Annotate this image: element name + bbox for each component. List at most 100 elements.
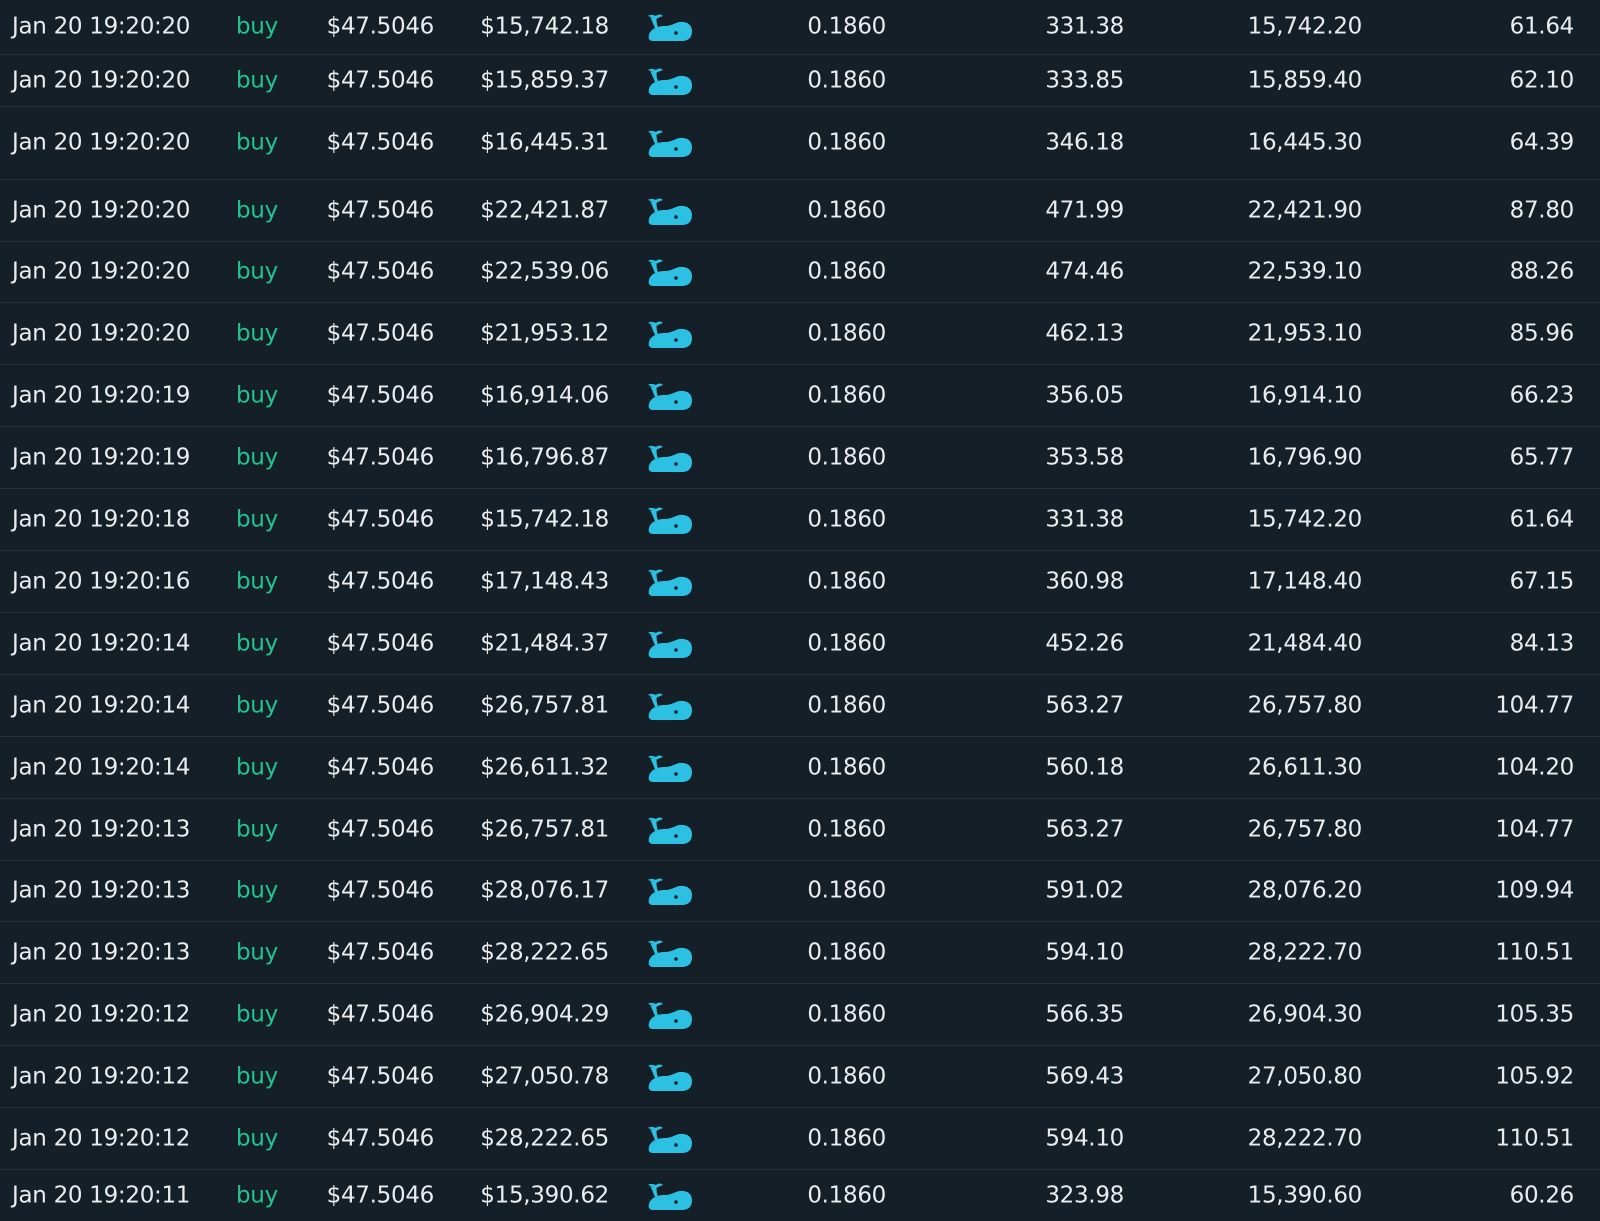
trade-volume: 26,757.80 — [1247, 692, 1363, 718]
trade-row[interactable]: Jan 20 19:20:14 buy $47.5046 $26,611.32 … — [0, 737, 1600, 799]
trade-fee: 0.1860 — [807, 568, 886, 594]
trade-fee: 0.1860 — [807, 754, 886, 780]
trade-last-value: 110.51 — [1495, 1125, 1574, 1151]
trade-row[interactable]: Jan 20 19:20:20 buy $47.5046 $21,953.12 … — [0, 303, 1600, 365]
trade-last-value: 105.92 — [1495, 1063, 1574, 1089]
trade-amount: 563.27 — [1045, 692, 1124, 718]
trade-price: $47.5046 — [326, 939, 435, 965]
trade-volume: 26,611.30 — [1247, 754, 1363, 780]
trade-price: $47.5046 — [326, 197, 435, 223]
trade-fee: 0.1860 — [807, 939, 886, 965]
trade-row[interactable]: Jan 20 19:20:16 buy $47.5046 $17,148.43 … — [0, 551, 1600, 613]
whale-icon — [646, 65, 694, 97]
trade-time: Jan 20 19:20:20 — [12, 13, 191, 40]
trade-row[interactable]: Jan 20 19:20:20 buy $47.5046 $15,859.37 … — [0, 55, 1600, 107]
trade-total-usd: $17,148.43 — [480, 568, 609, 594]
trade-price: $47.5046 — [326, 444, 435, 470]
trade-price: $47.5046 — [326, 692, 435, 718]
trade-row[interactable]: Jan 20 19:20:20 buy $47.5046 $22,539.06 … — [0, 242, 1600, 303]
trade-volume: 15,742.20 — [1247, 13, 1363, 40]
trade-total-usd: $27,050.78 — [480, 1063, 609, 1089]
trade-side: buy — [236, 258, 278, 285]
trade-row[interactable]: Jan 20 19:20:19 buy $47.5046 $16,914.06 … — [0, 365, 1600, 427]
trade-amount: 560.18 — [1045, 754, 1124, 780]
trade-row[interactable]: Jan 20 19:20:14 buy $47.5046 $21,484.37 … — [0, 613, 1600, 675]
trade-amount: 569.43 — [1045, 1063, 1124, 1089]
trade-fee: 0.1860 — [807, 692, 886, 718]
trade-price: $47.5046 — [326, 754, 435, 780]
trade-time: Jan 20 19:20:20 — [12, 320, 191, 346]
trade-row[interactable]: Jan 20 19:20:19 buy $47.5046 $16,796.87 … — [0, 427, 1600, 489]
trade-last-value: 104.77 — [1495, 692, 1574, 718]
trade-time: Jan 20 19:20:19 — [12, 382, 191, 408]
trade-price: $47.5046 — [326, 1001, 435, 1027]
whale-icon — [646, 1061, 694, 1093]
trade-row[interactable]: Jan 20 19:20:11 buy $47.5046 $15,390.62 … — [0, 1170, 1600, 1221]
trade-side: buy — [236, 197, 278, 223]
trade-volume: 28,222.70 — [1247, 939, 1363, 965]
whale-icon — [646, 937, 694, 969]
trade-row[interactable]: Jan 20 19:20:20 buy $47.5046 $22,421.87 … — [0, 180, 1600, 242]
trade-volume: 15,742.20 — [1247, 506, 1363, 532]
trade-last-value: 64.39 — [1509, 129, 1575, 156]
trade-total-usd: $28,222.65 — [480, 1125, 609, 1151]
trade-side: buy — [236, 1001, 278, 1027]
trade-side: buy — [236, 320, 278, 346]
trade-row[interactable]: Jan 20 19:20:12 buy $47.5046 $26,904.29 … — [0, 984, 1600, 1046]
trade-last-value: 66.23 — [1509, 382, 1575, 408]
trade-amount: 356.05 — [1045, 382, 1124, 408]
trade-row[interactable]: Jan 20 19:20:14 buy $47.5046 $26,757.81 … — [0, 675, 1600, 737]
trade-last-value: 62.10 — [1509, 67, 1575, 93]
trade-amount: 353.58 — [1045, 444, 1124, 470]
trade-row[interactable]: Jan 20 19:20:13 buy $47.5046 $28,076.17 … — [0, 861, 1600, 922]
trade-last-value: 104.20 — [1495, 754, 1574, 780]
trade-row[interactable]: Jan 20 19:20:18 buy $47.5046 $15,742.18 … — [0, 489, 1600, 551]
trade-amount: 471.99 — [1045, 197, 1124, 223]
trade-total-usd: $22,539.06 — [480, 258, 609, 285]
trade-row[interactable]: Jan 20 19:20:20 buy $47.5046 $15,742.18 … — [0, 0, 1600, 55]
trade-side: buy — [236, 877, 278, 904]
trade-amount: 591.02 — [1045, 877, 1124, 904]
trade-row[interactable]: Jan 20 19:20:12 buy $47.5046 $28,222.65 … — [0, 1108, 1600, 1170]
trade-row[interactable]: Jan 20 19:20:12 buy $47.5046 $27,050.78 … — [0, 1046, 1600, 1108]
trade-total-usd: $26,904.29 — [480, 1001, 609, 1027]
trade-fee: 0.1860 — [807, 320, 886, 346]
trade-last-value: 85.96 — [1509, 320, 1575, 346]
trade-fee: 0.1860 — [807, 630, 886, 656]
trade-last-value: 104.77 — [1495, 816, 1574, 842]
trade-time: Jan 20 19:20:20 — [12, 197, 191, 223]
trade-side: buy — [236, 129, 278, 156]
trade-side: buy — [236, 568, 278, 594]
trade-last-value: 109.94 — [1495, 877, 1574, 904]
trade-row[interactable]: Jan 20 19:20:20 buy $47.5046 $16,445.31 … — [0, 107, 1600, 180]
trade-side: buy — [236, 13, 278, 40]
trade-volume: 16,914.10 — [1247, 382, 1363, 408]
whale-icon — [646, 380, 694, 412]
trade-last-value: 84.13 — [1509, 630, 1575, 656]
trade-last-value: 110.51 — [1495, 939, 1574, 965]
trade-row[interactable]: Jan 20 19:20:13 buy $47.5046 $28,222.65 … — [0, 922, 1600, 984]
whale-icon — [646, 504, 694, 536]
trade-total-usd: $26,611.32 — [480, 754, 609, 780]
whale-icon — [646, 195, 694, 227]
trade-price: $47.5046 — [326, 506, 435, 532]
trade-price: $47.5046 — [326, 630, 435, 656]
trade-side: buy — [236, 1125, 278, 1151]
trade-side: buy — [236, 816, 278, 842]
trade-row[interactable]: Jan 20 19:20:13 buy $47.5046 $26,757.81 … — [0, 799, 1600, 861]
trade-fee: 0.1860 — [807, 67, 886, 93]
trade-price: $47.5046 — [326, 1125, 435, 1151]
trade-total-usd: $15,742.18 — [480, 506, 609, 532]
whale-icon — [646, 1180, 694, 1212]
trade-side: buy — [236, 444, 278, 470]
trade-price: $47.5046 — [326, 1063, 435, 1089]
trade-volume: 28,076.20 — [1247, 877, 1363, 904]
trade-amount: 331.38 — [1045, 13, 1124, 40]
trade-fee: 0.1860 — [807, 13, 886, 40]
whale-icon — [646, 566, 694, 598]
whale-icon — [646, 256, 694, 288]
trade-side: buy — [236, 630, 278, 656]
trade-price: $47.5046 — [326, 13, 435, 40]
trade-price: $47.5046 — [326, 382, 435, 408]
trade-side: buy — [236, 1063, 278, 1089]
